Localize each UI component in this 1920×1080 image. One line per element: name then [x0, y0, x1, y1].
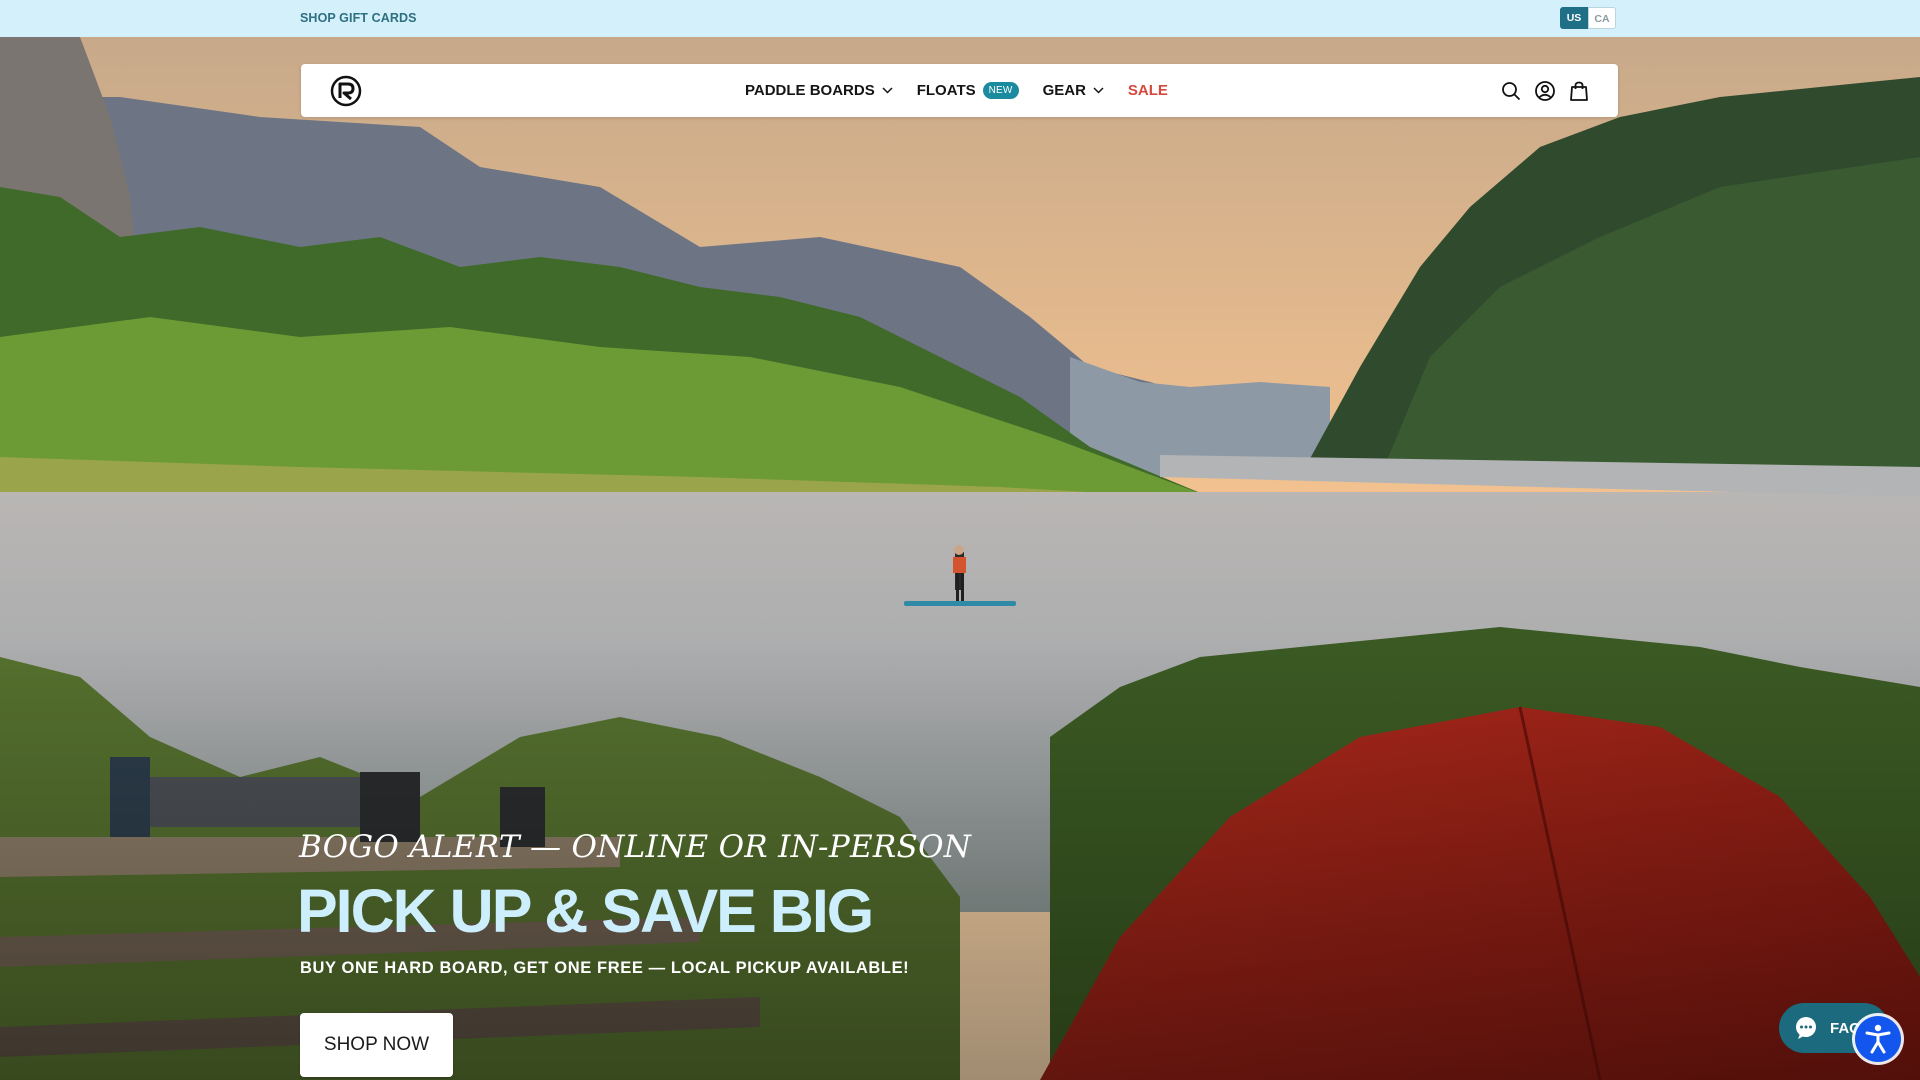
new-badge: NEW [982, 82, 1019, 99]
account-icon[interactable] [1534, 80, 1556, 102]
region-ca-button[interactable]: CA [1588, 7, 1616, 29]
nav-paddle-boards[interactable]: PADDLE BOARDS [745, 82, 893, 99]
nav-sale-label: SALE [1127, 82, 1168, 99]
accessibility-button[interactable] [1855, 1016, 1901, 1062]
hero-eyebrow: BOGO ALERT — ONLINE OR IN-PERSON [299, 829, 972, 865]
chevron-down-icon [882, 87, 893, 94]
announcement-bar: SHOP GIFT CARDS US CA [0, 0, 1920, 37]
cart-icon[interactable] [1568, 80, 1590, 102]
nav-floats[interactable]: FLOATS NEW [917, 82, 1019, 99]
nav-gear-label: GEAR [1042, 82, 1086, 99]
chat-bubble-icon [1796, 1017, 1816, 1039]
nav-gear[interactable]: GEAR [1043, 82, 1104, 99]
nav-paddle-boards-label: PADDLE BOARDS [745, 82, 875, 99]
hero-landscape-image [0, 37, 1920, 1080]
main-nav: PADDLE BOARDS FLOATS NEW GEAR SALE [745, 64, 1192, 117]
header-actions [1488, 80, 1590, 102]
brand-logo-icon[interactable] [330, 75, 362, 107]
site-header: PADDLE BOARDS FLOATS NEW GEAR SALE [301, 64, 1618, 117]
nav-sale[interactable]: SALE [1128, 82, 1168, 99]
region-switcher: US CA [1560, 7, 1616, 29]
shop-gift-cards-link[interactable]: SHOP GIFT CARDS [300, 11, 417, 25]
search-icon[interactable] [1500, 80, 1522, 102]
hero-banner [0, 37, 1920, 1080]
hero-headline: PICK UP & SAVE BIG [297, 877, 874, 945]
hero-subline: BUY ONE HARD BOARD, GET ONE FREE — LOCAL… [300, 959, 910, 977]
shop-now-button[interactable]: SHOP NOW [300, 1013, 453, 1077]
accessibility-icon [1865, 1024, 1891, 1054]
region-us-button[interactable]: US [1560, 7, 1588, 29]
nav-floats-label: FLOATS [916, 82, 976, 99]
chevron-down-icon [1093, 87, 1104, 94]
